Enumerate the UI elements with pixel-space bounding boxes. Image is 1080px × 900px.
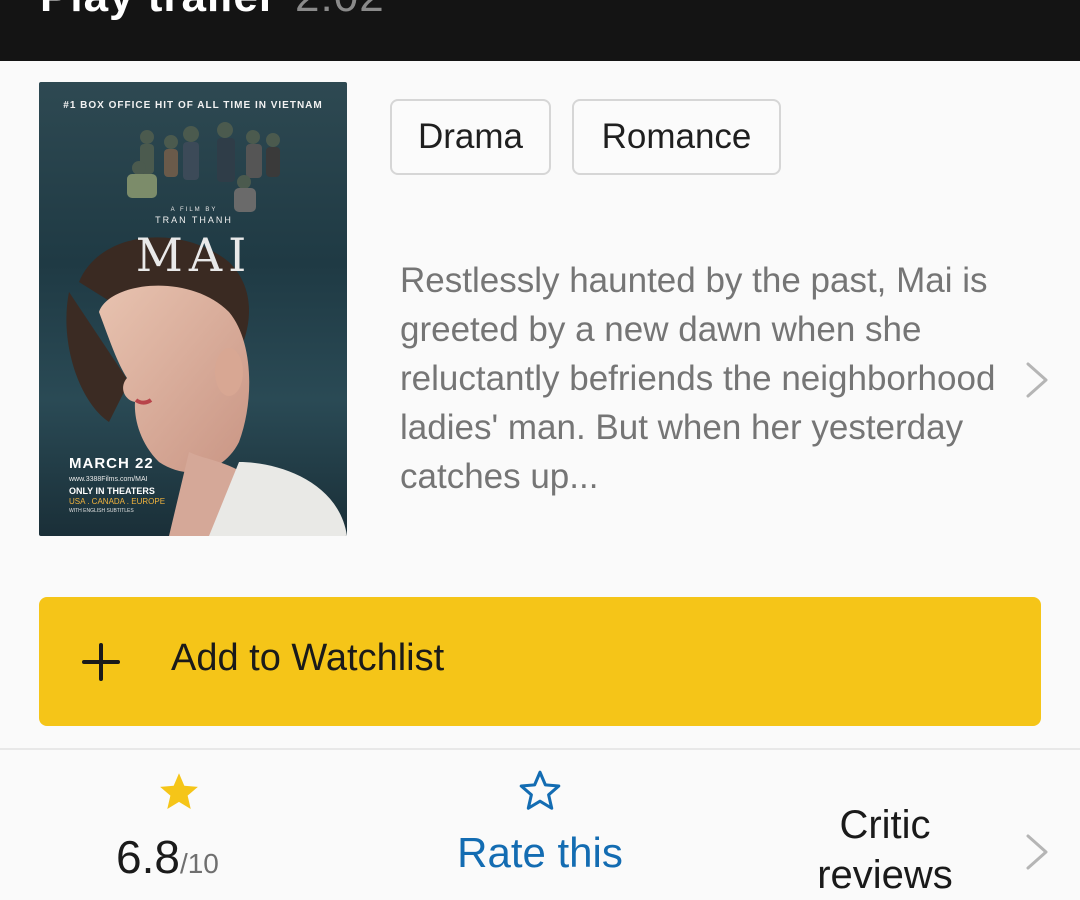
- poster-places: USA . CANADA . EUROPE: [69, 497, 166, 506]
- poster-director: TRAN THANH: [155, 215, 233, 225]
- movie-poster[interactable]: #1 BOX OFFICE HIT OF ALL TIME IN VIETNAM…: [39, 82, 347, 536]
- trailer-bar[interactable]: Play trailer 2:02: [0, 0, 1080, 61]
- chevron-right-icon[interactable]: [1024, 360, 1050, 400]
- add-to-watchlist-label: Add to Watchlist: [171, 637, 445, 679]
- genre-chip-romance[interactable]: Romance: [572, 99, 781, 175]
- critic-reviews-link[interactable]: Critic reviews: [790, 800, 980, 900]
- star-filled-icon: [160, 773, 198, 810]
- plot-summary[interactable]: Restlessly haunted by the past, Mai is g…: [400, 256, 1010, 501]
- poster-title: MAI: [135, 228, 253, 282]
- poster-theaters: ONLY IN THEATERS: [69, 486, 155, 496]
- chevron-right-icon[interactable]: [1024, 832, 1050, 872]
- trailer-duration: 2:02: [295, 0, 385, 21]
- rating-score: 6.8: [116, 831, 180, 883]
- plus-icon: [82, 643, 120, 681]
- poster-url: www.3388Films.com/MAI: [69, 476, 148, 483]
- rating-scale: /10: [179, 848, 219, 879]
- poster-release-date: MARCH 22: [69, 455, 154, 472]
- poster-subtitles: WITH ENGLISH SUBTITLES: [69, 508, 134, 514]
- rate-this-button[interactable]: Rate this: [440, 829, 640, 877]
- add-to-watchlist-button[interactable]: Add to Watchlist: [39, 597, 1041, 726]
- poster-film-by: A FILM BY: [170, 207, 218, 213]
- play-trailer-text: Play trailer: [40, 0, 277, 21]
- section-divider: [0, 748, 1080, 750]
- play-trailer-label[interactable]: Play trailer 2:02: [40, 0, 385, 22]
- star-outline-icon[interactable]: [516, 768, 564, 814]
- poster-tagline: #1 BOX OFFICE HIT OF ALL TIME IN VIETNAM: [63, 100, 323, 111]
- genre-chip-drama[interactable]: Drama: [390, 99, 551, 175]
